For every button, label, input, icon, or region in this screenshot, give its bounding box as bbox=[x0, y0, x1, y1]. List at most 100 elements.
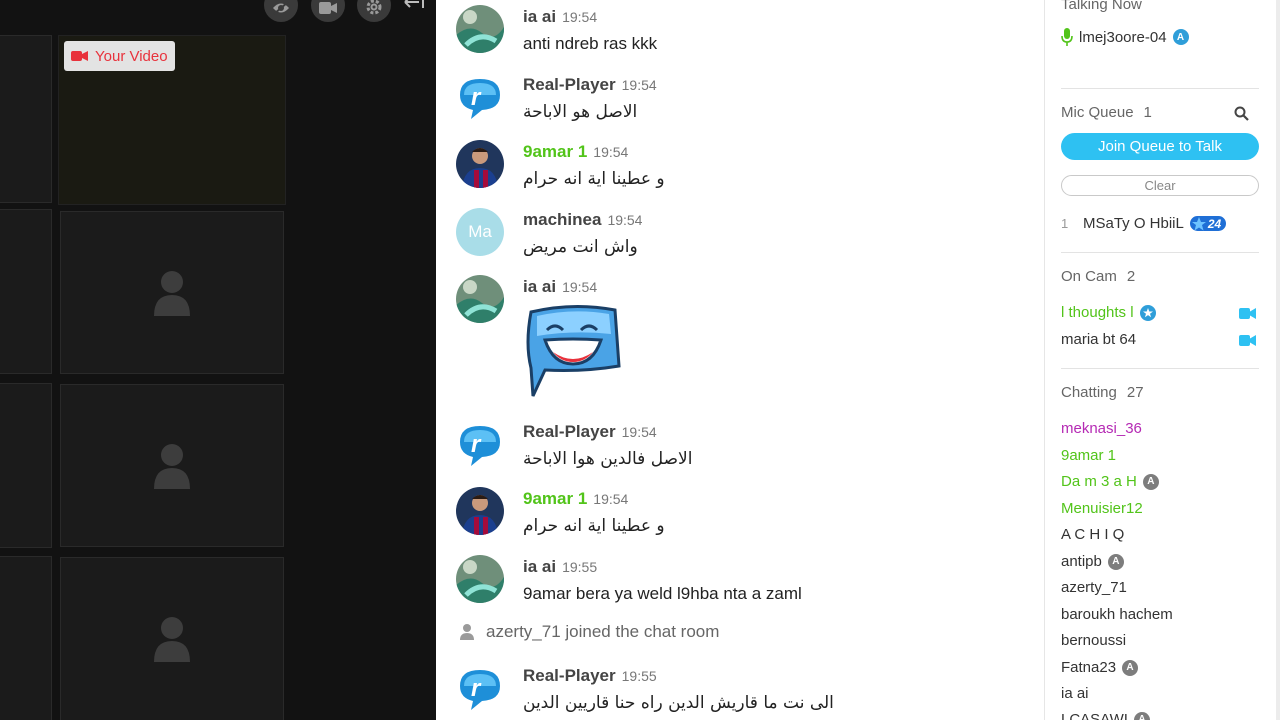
admin-badge-icon: A bbox=[1172, 29, 1189, 45]
message-username[interactable]: 9amar 1 bbox=[523, 489, 587, 509]
chatting-label: Chatting bbox=[1061, 384, 1117, 401]
microphone-icon bbox=[1061, 28, 1073, 46]
level-badge: 24 bbox=[1189, 216, 1227, 231]
chatting-user[interactable]: azerty_71 bbox=[1061, 579, 1127, 596]
on-cam-count: 2 bbox=[1126, 268, 1136, 285]
chatting-user[interactable]: ia ai bbox=[1061, 685, 1089, 702]
chatting-user[interactable]: 9amar 1 bbox=[1061, 447, 1116, 464]
chatting-user[interactable]: A C H I Q bbox=[1061, 526, 1124, 543]
mic-queue-title: Mic Queue 1 bbox=[1061, 104, 1152, 121]
message-text: 9amar bera ya weld l9hba nta a zaml bbox=[523, 584, 802, 603]
clear-queue-button[interactable]: Clear bbox=[1061, 175, 1259, 196]
on-cam-title: On Cam 2 bbox=[1061, 268, 1135, 285]
chatting-username: A C H I Q bbox=[1061, 526, 1125, 543]
message-timestamp: 19:54 bbox=[593, 144, 629, 160]
user-avatar[interactable] bbox=[456, 487, 504, 535]
user-list-panel: Talking Now lmej3oore-04 A Mic Queue 1 Jo… bbox=[1044, 0, 1280, 720]
video-tile-empty bbox=[60, 557, 284, 720]
star-icon bbox=[1191, 216, 1206, 230]
user-avatar[interactable] bbox=[456, 275, 504, 323]
person-icon bbox=[460, 624, 474, 640]
message-username[interactable]: 9amar 1 bbox=[523, 142, 587, 162]
chatting-username: antipb bbox=[1061, 553, 1102, 570]
mic-queue-entry[interactable]: 1 MSaTy O HbiiL 24 bbox=[1061, 215, 1227, 232]
message-text: الى نت ما قاريش الدين راه حنا قاريين الد… bbox=[523, 693, 834, 713]
person-placeholder-icon bbox=[154, 617, 190, 663]
landscape-avatar-icon bbox=[456, 275, 504, 323]
user-avatar[interactable] bbox=[456, 5, 504, 53]
on-cam-label: On Cam bbox=[1061, 268, 1117, 285]
join-notice: azerty_71 joined the chat room bbox=[460, 622, 719, 642]
user-avatar[interactable]: r bbox=[456, 664, 504, 712]
message-username[interactable]: ia ai bbox=[523, 557, 556, 577]
chatting-username: Da m 3 a H bbox=[1061, 473, 1137, 490]
search-icon[interactable] bbox=[1234, 106, 1249, 121]
message-text: anti ndreb ras kkk bbox=[523, 34, 658, 53]
visibility-toggle-button[interactable] bbox=[264, 0, 298, 22]
video-tile bbox=[0, 209, 52, 374]
verified-star-icon bbox=[1139, 304, 1156, 321]
divider bbox=[1061, 252, 1259, 253]
chatting-username: Menuisier12 bbox=[1061, 500, 1143, 517]
message-username[interactable]: machinea bbox=[523, 210, 601, 230]
chatting-user[interactable]: bernoussi bbox=[1061, 632, 1126, 649]
chatting-user[interactable]: LCASAWI A bbox=[1061, 711, 1150, 720]
queue-position: 1 bbox=[1061, 216, 1069, 231]
message-text: الاصل فالدين هوا الاباحة bbox=[523, 449, 693, 469]
user-avatar[interactable]: Ma bbox=[456, 208, 504, 256]
football-player-avatar-icon bbox=[456, 487, 504, 535]
admin-badge-icon: A bbox=[1133, 711, 1150, 720]
talking-now-title: Talking Now bbox=[1061, 0, 1142, 13]
admin-badge-icon: A bbox=[1142, 473, 1159, 490]
chatting-title: Chatting 27 bbox=[1061, 384, 1144, 401]
user-avatar[interactable] bbox=[456, 140, 504, 188]
laughing-sticker-icon[interactable] bbox=[523, 304, 623, 398]
message-text: و عطينا اية انه حرام bbox=[523, 516, 665, 536]
admin-badge-icon: A bbox=[1107, 553, 1124, 570]
chatting-username: ia ai bbox=[1061, 685, 1089, 702]
chatting-user[interactable]: antipb A bbox=[1061, 553, 1124, 570]
scrollbar[interactable] bbox=[1276, 0, 1280, 720]
video-camera-icon[interactable] bbox=[1239, 334, 1257, 347]
chatting-user[interactable]: meknasi_36 bbox=[1061, 420, 1142, 437]
chat-panel[interactable]: ia ai 19:54 anti ndreb ras kkk r Real-Pla… bbox=[436, 0, 1044, 720]
chatting-count: 27 bbox=[1126, 384, 1144, 401]
queue-username: MSaTy O HbiiL bbox=[1083, 215, 1184, 232]
your-video-tile[interactable]: Your Video bbox=[58, 35, 286, 205]
divider bbox=[1061, 368, 1259, 369]
mic-queue-label: Mic Queue bbox=[1061, 104, 1134, 121]
message-text: واش انت مريض bbox=[523, 237, 638, 257]
landscape-avatar-icon bbox=[456, 5, 504, 53]
realplayer-logo-icon: r bbox=[456, 73, 504, 121]
on-cam-entry[interactable]: l thoughts l bbox=[1061, 304, 1156, 321]
message-timestamp: 19:54 bbox=[607, 212, 643, 228]
message-username[interactable]: ia ai bbox=[523, 277, 556, 297]
chatting-user[interactable]: Fatna23 A bbox=[1061, 659, 1139, 676]
chatting-user[interactable]: baroukh hachem bbox=[1061, 606, 1173, 623]
message-timestamp: 19:54 bbox=[593, 491, 629, 507]
user-avatar[interactable]: r bbox=[456, 73, 504, 121]
chatting-username: azerty_71 bbox=[1061, 579, 1127, 596]
message-username[interactable]: Real-Player bbox=[523, 75, 616, 95]
settings-button[interactable] bbox=[357, 0, 391, 22]
chatting-user[interactable]: Da m 3 a H A bbox=[1061, 473, 1159, 490]
message-username[interactable]: ia ai bbox=[523, 7, 556, 27]
talking-now-user[interactable]: lmej3oore-04 A bbox=[1061, 28, 1189, 46]
person-placeholder-icon bbox=[154, 443, 190, 489]
message-timestamp: 19:54 bbox=[562, 279, 598, 295]
message-username[interactable]: Real-Player bbox=[523, 422, 616, 442]
message-text: و عطينا اية انه حرام bbox=[523, 169, 665, 189]
on-cam-entry[interactable]: maria bt 64 bbox=[1061, 331, 1136, 348]
join-queue-button[interactable]: Join Queue to Talk bbox=[1061, 133, 1259, 160]
your-video-badge: Your Video bbox=[64, 41, 175, 71]
chatting-user[interactable]: Menuisier12 bbox=[1061, 500, 1143, 517]
video-camera-icon[interactable] bbox=[1239, 307, 1257, 320]
exit-video-icon[interactable] bbox=[402, 0, 428, 16]
message-timestamp: 19:55 bbox=[621, 668, 657, 684]
chatting-username: 9amar 1 bbox=[1061, 447, 1117, 464]
user-avatar[interactable] bbox=[456, 555, 504, 603]
video-camera-icon bbox=[319, 2, 337, 14]
user-avatar[interactable]: r bbox=[456, 420, 504, 468]
message-username[interactable]: Real-Player bbox=[523, 666, 616, 686]
camera-toggle-button[interactable] bbox=[311, 0, 345, 22]
